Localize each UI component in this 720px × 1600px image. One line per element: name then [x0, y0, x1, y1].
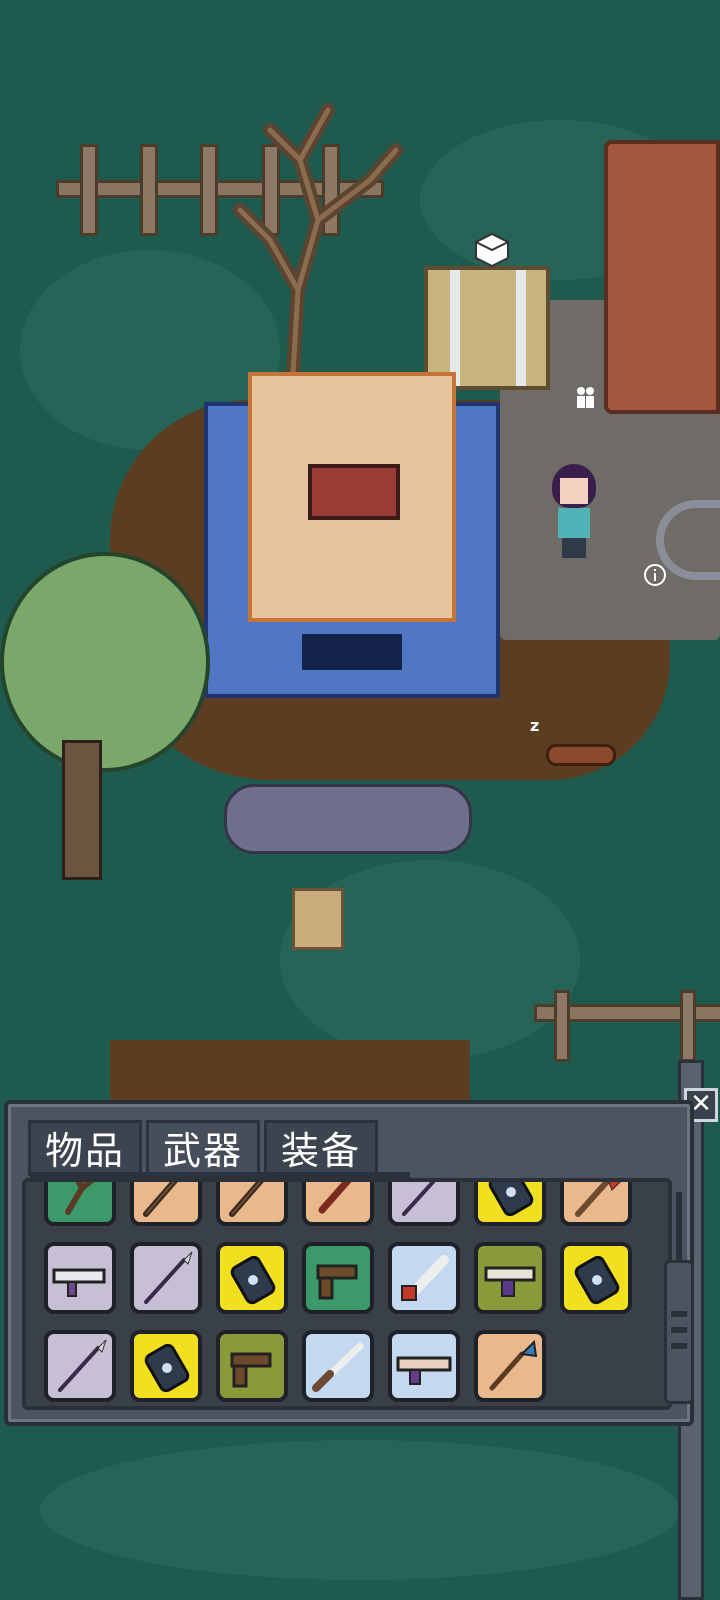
inventory-scrollbar[interactable]	[664, 1182, 694, 1408]
tab-weapons[interactable]: 武器	[146, 1120, 261, 1176]
sleeping-bag[interactable]	[546, 744, 616, 766]
laser-rifle-icon	[396, 1356, 452, 1385]
fence-post	[140, 144, 158, 236]
grenade-icon	[230, 1255, 276, 1305]
inventory-slot[interactable]	[474, 1182, 546, 1226]
joystick-sign	[308, 464, 400, 520]
people-icon	[577, 387, 594, 408]
tab-equipment[interactable]: 装备	[264, 1120, 379, 1176]
inventory-slot[interactable]	[474, 1330, 546, 1402]
shop-tent[interactable]	[604, 140, 720, 414]
crate-strap	[516, 270, 526, 386]
player-face	[560, 478, 588, 504]
inventory-slot[interactable]	[388, 1242, 460, 1314]
crafting-tent[interactable]	[204, 372, 500, 698]
staff-icon	[143, 1182, 178, 1217]
inventory-slot[interactable]	[130, 1330, 202, 1402]
inventory-slot[interactable]	[216, 1242, 288, 1314]
inventory-slot[interactable]	[302, 1182, 374, 1226]
grass-patch	[40, 1440, 680, 1580]
stick-icon	[65, 1182, 95, 1215]
info-circle-icon[interactable]	[642, 562, 668, 588]
inventory-slot[interactable]	[302, 1242, 374, 1314]
box-icon	[475, 232, 509, 268]
bare-tree	[233, 103, 403, 390]
spear-icon	[402, 1182, 436, 1216]
chainsaw-icon	[401, 1255, 449, 1301]
inventory-slot[interactable]	[560, 1182, 632, 1226]
inventory-slot[interactable]	[216, 1330, 288, 1402]
small-crate[interactable]	[292, 888, 344, 950]
inventory-slot[interactable]	[130, 1182, 202, 1226]
grenade-icon	[574, 1255, 620, 1305]
shotgun-icon	[312, 1342, 364, 1392]
player-legs	[562, 538, 586, 558]
pistol-icon	[316, 1264, 358, 1300]
fence-post	[554, 990, 570, 1062]
inventory-slot[interactable]	[44, 1242, 116, 1314]
scroll-thumb[interactable]	[664, 1260, 694, 1404]
player-shirt	[558, 508, 590, 538]
inventory-slot[interactable]	[388, 1182, 460, 1226]
inventory-slot[interactable]	[44, 1330, 116, 1402]
grenade-icon	[488, 1182, 534, 1217]
inventory-slot[interactable]	[44, 1182, 116, 1226]
rifle-icon	[52, 1268, 106, 1297]
inventory-slot[interactable]	[388, 1330, 460, 1402]
weapon-grid	[44, 1182, 632, 1402]
inventory-slot[interactable]	[216, 1182, 288, 1226]
rock-pile	[224, 784, 472, 854]
spear-icon	[58, 1339, 107, 1392]
inventory-slot[interactable]	[130, 1242, 202, 1314]
leafy-tree	[0, 552, 210, 772]
inventory-slot[interactable]	[302, 1330, 374, 1402]
crate-strap	[450, 270, 460, 386]
fence-post	[80, 144, 98, 236]
shovel-icon	[489, 1339, 538, 1391]
staff-icon	[229, 1182, 264, 1217]
inventory-tabs: 物品 武器 装备	[28, 1120, 379, 1176]
pistol-icon	[230, 1352, 272, 1388]
dirt-path	[110, 1040, 470, 1100]
tree-trunk	[62, 740, 102, 880]
fence-post	[680, 990, 696, 1062]
smg-icon	[484, 1266, 536, 1297]
sleep-marker: z	[530, 716, 540, 735]
inventory-slot[interactable]	[560, 1242, 632, 1314]
axe-icon	[575, 1182, 621, 1217]
inventory-panel: 物品 武器 装备	[4, 1100, 694, 1426]
spear-icon	[144, 1251, 193, 1304]
inventory-slot[interactable]	[474, 1242, 546, 1314]
weapon-grid-container[interactable]	[22, 1178, 672, 1410]
torch-icon	[318, 1182, 352, 1214]
tab-items[interactable]: 物品	[28, 1120, 143, 1176]
grenade-icon	[144, 1343, 190, 1393]
player-character[interactable]	[546, 464, 606, 560]
tent-door	[302, 634, 402, 670]
